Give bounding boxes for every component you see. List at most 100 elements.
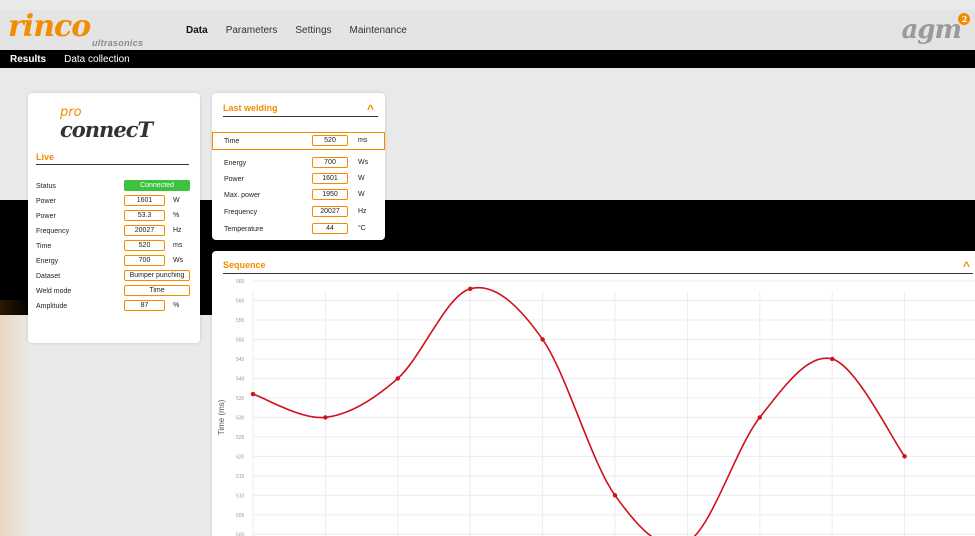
live-row-label: Frequency (36, 227, 70, 235)
agm-logo-badge: 2 (958, 13, 970, 25)
live-row: Energy 700 Ws (36, 255, 196, 267)
rinco-logo-word: rinco (8, 9, 91, 44)
y-tick-label: 500 (236, 532, 245, 536)
y-axis-label: Time (ms) (217, 399, 226, 435)
collapse-caret-icon[interactable]: ^ (367, 103, 374, 115)
last-welding-row-unit: Hz (358, 208, 367, 215)
y-tick-label: 560 (236, 298, 245, 304)
rinco-logo-sub: ultrasonics (92, 38, 144, 48)
live-row-label: Power (36, 197, 56, 205)
y-tick-label: 565 (236, 279, 245, 285)
last-welding-row: Time 520 ms (224, 135, 379, 147)
last-welding-value-field: 20027 (312, 206, 348, 217)
last-welding-row-unit: W (358, 191, 365, 198)
live-row-label: Time (36, 242, 52, 250)
data-point[interactable] (757, 415, 762, 420)
proconnect-logo: pro connecT (60, 105, 153, 142)
last-welding-row: Energy 700 Ws (224, 157, 379, 169)
data-point[interactable] (540, 337, 545, 342)
main-nav: Data Parameters Settings Maintenance (186, 25, 407, 36)
live-row: Power 1601 W (36, 195, 196, 207)
data-point[interactable] (830, 356, 835, 362)
data-point[interactable] (323, 415, 328, 420)
last-welding-row: Max. power 1950 W (224, 189, 379, 201)
live-row: Power 53.3% (36, 210, 196, 222)
live-value-field: 520 (124, 240, 165, 251)
top-bar: rinco ultrasonics Data Parameters Settin… (0, 10, 975, 50)
status-badge: Connected (124, 180, 190, 191)
subnav-results[interactable]: Results (10, 54, 46, 65)
live-row: Weld mode Time (36, 285, 196, 297)
nav-parameters[interactable]: Parameters (226, 25, 278, 36)
last-welding-row: Frequency 20027 Hz (224, 206, 379, 218)
live-row: Amplitude 87% (36, 300, 196, 312)
live-row-unit: % (173, 302, 180, 309)
subnav-data-collection[interactable]: Data collection (64, 54, 130, 65)
last-welding-row-label: Temperature (224, 225, 264, 233)
live-value-field: 87 (124, 300, 165, 311)
last-welding-row-unit: °C (358, 225, 366, 232)
live-row-unit: ms (173, 242, 183, 249)
sub-nav: Results Data collection (0, 50, 975, 68)
sequence-panel: Sequence ^ 500 505 510 515 520 525 530 535 540 54… (212, 251, 975, 536)
y-tick-label: 550 (236, 337, 245, 343)
last-welding-title: Last welding (223, 103, 278, 113)
nav-data[interactable]: Data (186, 25, 208, 36)
last-welding-value-field: 520 (312, 135, 348, 146)
data-point[interactable] (902, 454, 907, 459)
y-tick-label: 510 (236, 493, 245, 499)
live-row-label: Amplitude (36, 302, 68, 310)
live-row-unit: Ws (173, 257, 184, 264)
y-tick-label: 555 (236, 318, 245, 324)
live-row: Frequency 20027 Hz (36, 225, 196, 237)
last-welding-value-field: 44 (312, 223, 348, 234)
last-welding-row-label: Frequency (224, 208, 258, 216)
live-panel: pro connecT Live Status Connected Power 160… (28, 93, 200, 343)
data-point[interactable] (250, 391, 256, 397)
last-welding-row-label: Max. power (224, 191, 261, 199)
last-welding-row-unit: W (358, 175, 365, 182)
live-row: Time 520 ms (36, 240, 196, 252)
last-welding-row-label: Energy (224, 159, 247, 167)
last-welding-row: Power 1601 W (224, 173, 379, 185)
last-welding-value-field: 700 (312, 157, 348, 168)
last-welding-row-unit: Ws (358, 159, 369, 166)
y-tick-label: 545 (236, 357, 245, 363)
live-row-label: Weld mode (36, 287, 72, 295)
last-welding-panel: Last welding ^ Time 520 ms Energy 700 Ws Power… (212, 93, 385, 240)
live-value-field: 700 (124, 255, 165, 266)
live-row-unit: W (173, 197, 180, 204)
agm-logo-word: agm (901, 15, 962, 45)
nav-maintenance[interactable]: Maintenance (350, 25, 407, 36)
live-row: Dataset Bumper punching (36, 270, 196, 282)
last-welding-value-field: 1601 (312, 173, 348, 184)
live-title: Live (36, 152, 55, 162)
nav-settings[interactable]: Settings (295, 25, 331, 36)
live-divider (36, 164, 189, 165)
y-tick-label: 540 (236, 376, 245, 382)
last-welding-header: Last welding ^ (223, 103, 378, 117)
live-value-field: Time (124, 285, 190, 296)
last-welding-row: Temperature 44 °C (224, 223, 379, 235)
data-point[interactable] (612, 493, 618, 498)
last-welding-row-label: Time (224, 137, 240, 145)
live-value-field: 53.3 (124, 210, 165, 221)
data-point[interactable] (468, 286, 473, 291)
y-tick-label: 530 (236, 415, 245, 421)
y-tick-label: 505 (236, 513, 245, 519)
live-row-label: Power (36, 212, 56, 220)
data-point[interactable] (395, 376, 400, 381)
live-value-field: 1601 (124, 195, 165, 206)
proconnect-logo-connect: connecT (60, 117, 153, 142)
live-row-label: Status (36, 182, 56, 190)
series-line (252, 286, 906, 536)
live-value-field: 20027 (124, 225, 165, 236)
y-tick-label: 525 (236, 435, 245, 441)
last-welding-row-label: Power (224, 175, 244, 183)
last-welding-value-field: 1950 (312, 189, 348, 200)
live-row-unit: % (173, 212, 180, 219)
agm-logo: agm 2 (901, 13, 970, 45)
rinco-logo: rinco ultrasonics (8, 9, 143, 49)
y-tick-label: 520 (236, 454, 245, 460)
last-welding-row-unit: ms (358, 137, 368, 144)
